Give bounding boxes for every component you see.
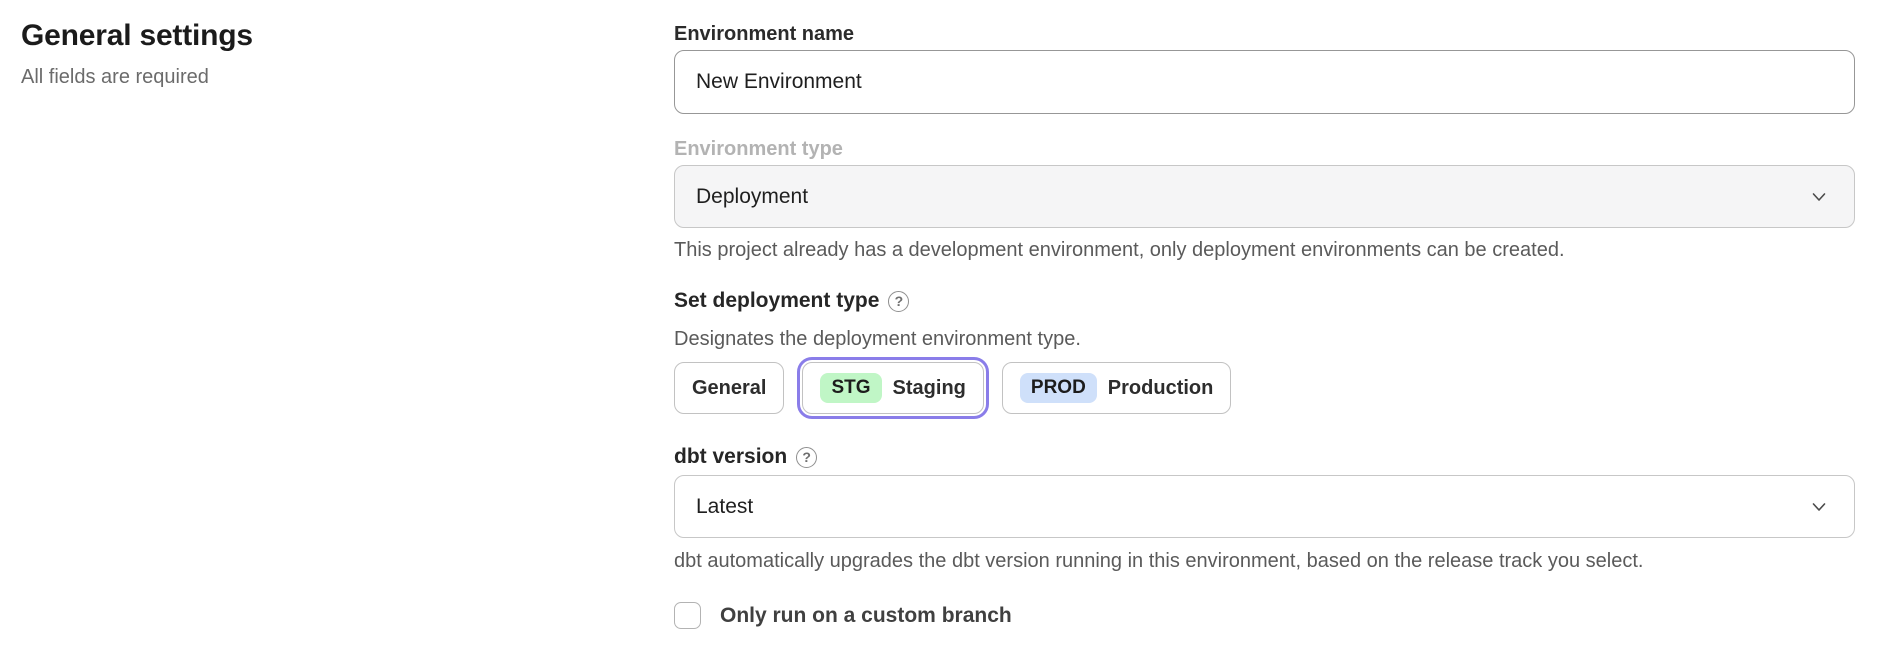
chevron-down-icon	[1810, 498, 1828, 516]
section-header: General settings All fields are required	[21, 18, 581, 89]
staging-button-label: Staging	[893, 377, 966, 400]
stg-badge: STG	[820, 373, 881, 404]
dbt-version-label-row: dbt version ?	[674, 445, 1855, 469]
deployment-type-production-button[interactable]: PROD Production	[1002, 362, 1231, 414]
environment-type-value: Deployment	[696, 185, 808, 209]
deployment-type-heading-text: Set deployment type	[674, 289, 879, 313]
help-icon[interactable]: ?	[888, 291, 909, 312]
dbt-version-helper: dbt automatically upgrades the dbt versi…	[674, 549, 1855, 573]
page-subtitle: All fields are required	[21, 65, 581, 89]
environment-type-label: Environment type	[674, 138, 1855, 161]
environment-name-label: Environment name	[674, 23, 1855, 45]
custom-branch-row: Only run on a custom branch	[674, 602, 1855, 629]
custom-branch-label: Only run on a custom branch	[720, 604, 1012, 628]
page-title: General settings	[21, 18, 581, 54]
dbt-version-select[interactable]: Latest	[674, 475, 1855, 538]
dbt-version-label: dbt version	[674, 445, 787, 469]
general-settings-form: Environment name Environment type Deploy…	[674, 23, 1855, 629]
general-button-label: General	[692, 377, 766, 400]
help-icon[interactable]: ?	[796, 447, 817, 468]
deployment-type-helper: Designates the deployment environment ty…	[674, 327, 1855, 351]
environment-type-helper: This project already has a development e…	[674, 238, 1855, 262]
deployment-type-general-button[interactable]: General	[674, 362, 784, 414]
environment-settings-page: General settings All fields are required…	[0, 0, 1888, 660]
environment-name-input[interactable]	[674, 50, 1855, 114]
environment-type-select[interactable]: Deployment	[674, 165, 1855, 228]
chevron-down-icon	[1810, 188, 1828, 206]
deployment-type-options: General STG Staging PROD Production	[674, 362, 1855, 414]
custom-branch-checkbox[interactable]	[674, 602, 701, 629]
production-button-label: Production	[1108, 377, 1214, 400]
deployment-type-heading: Set deployment type ?	[674, 289, 1855, 313]
dbt-version-value: Latest	[696, 495, 753, 519]
prod-badge: PROD	[1020, 373, 1097, 404]
deployment-type-staging-button[interactable]: STG Staging	[802, 362, 983, 414]
